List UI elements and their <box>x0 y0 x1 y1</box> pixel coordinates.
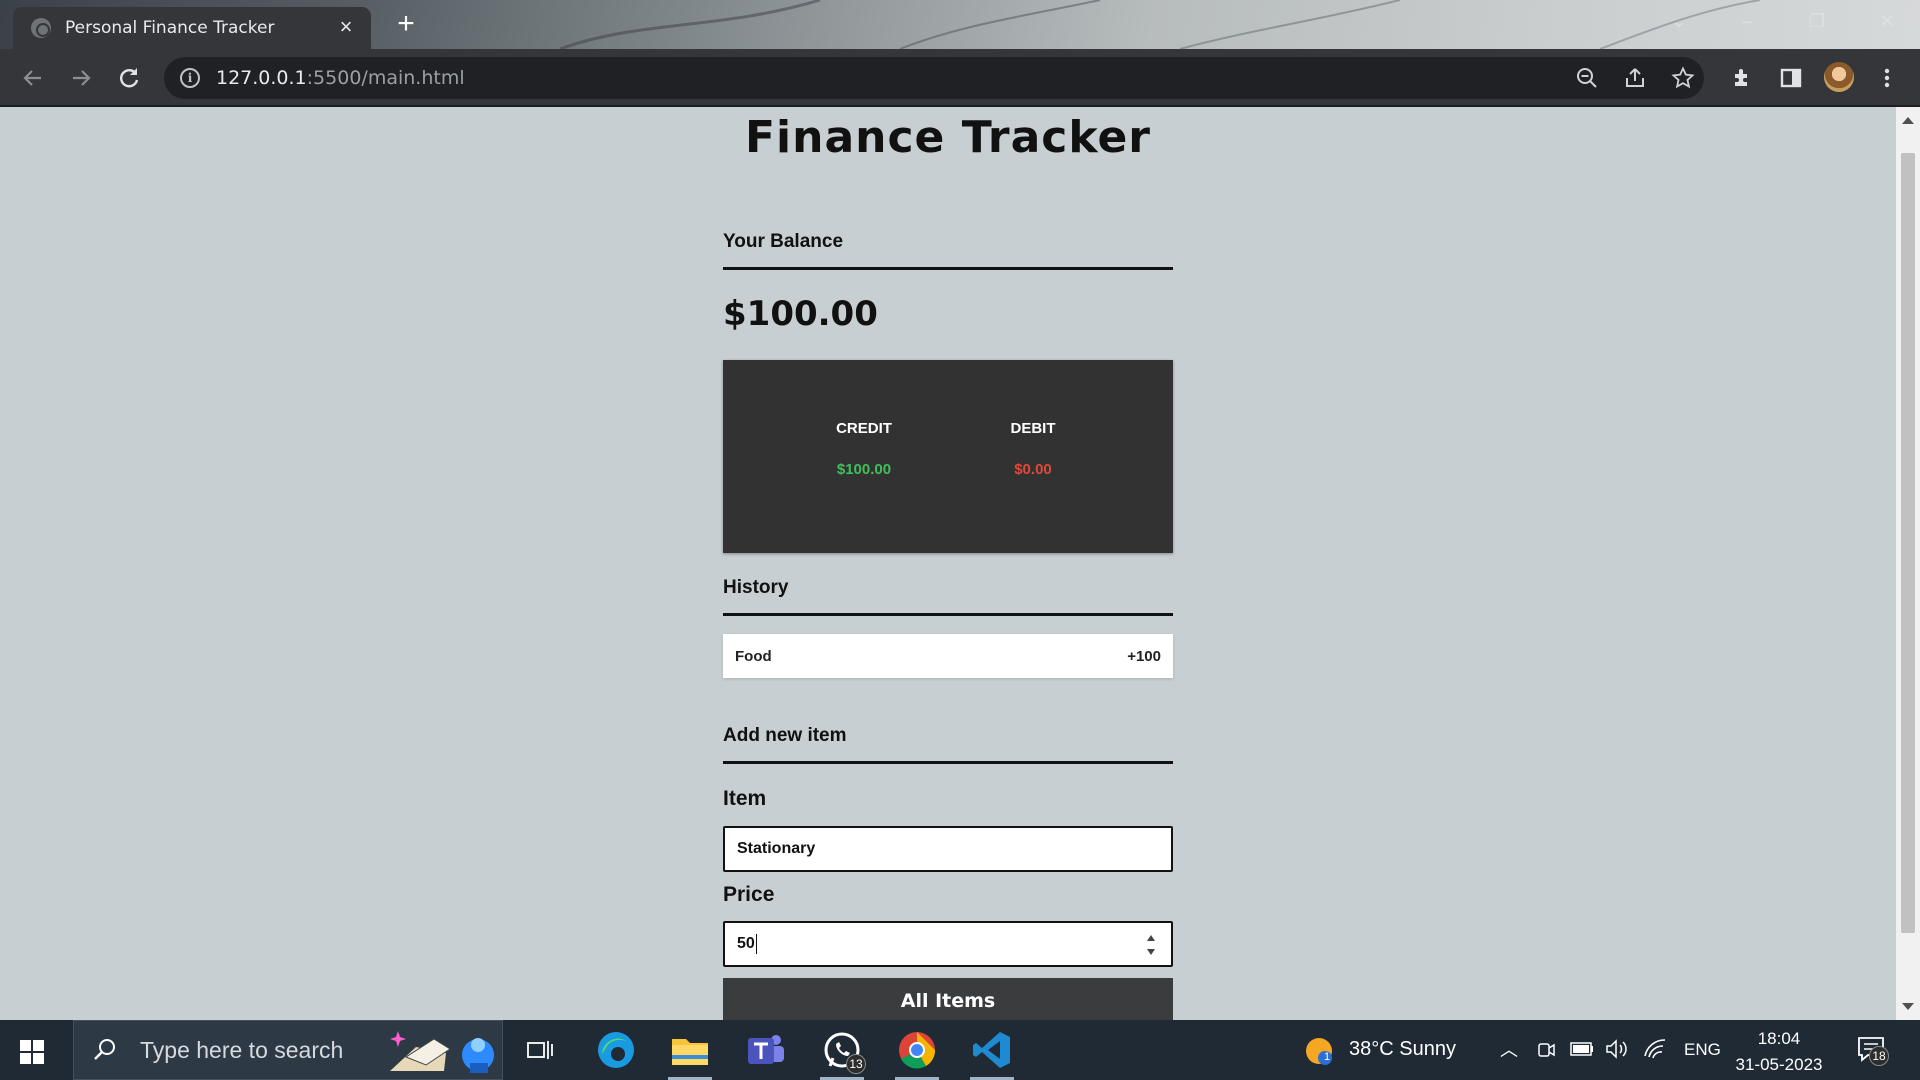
extensions-icon[interactable] <box>1728 63 1758 93</box>
tab-search-icon[interactable]: ⌄ <box>1656 6 1702 36</box>
clock-time: 18:04 <box>1757 1029 1801 1048</box>
spinner-down-icon[interactable] <box>1147 949 1155 955</box>
vscode-icon[interactable] <box>962 1026 1022 1080</box>
balance-heading: Your Balance <box>723 231 1173 270</box>
item-input[interactable]: Stationary <box>723 826 1173 872</box>
credit-label: CREDIT <box>836 420 892 437</box>
meet-icon[interactable] <box>1536 1040 1556 1065</box>
weather-text[interactable]: 38°C Sunny <box>1349 1038 1456 1061</box>
item-label: Item <box>723 787 767 810</box>
reload-icon[interactable] <box>114 63 144 93</box>
number-spinner[interactable] <box>1145 935 1157 955</box>
credit-column: CREDIT $100.00 <box>784 420 944 478</box>
whatsapp-icon[interactable]: 13 <box>812 1026 872 1080</box>
browser-tab[interactable]: Personal Finance Tracker × <box>13 7 371 49</box>
balance-amount: $100.00 <box>723 294 878 334</box>
globe-icon <box>31 18 51 38</box>
spinner-up-icon[interactable] <box>1147 935 1155 941</box>
task-view-icon[interactable] <box>510 1026 570 1074</box>
url-text[interactable]: 127.0.0.1:5500/main.html <box>216 67 465 89</box>
add-item-heading: Add new item <box>723 725 1173 764</box>
more-menu-icon[interactable] <box>1872 63 1902 93</box>
text-caret <box>755 934 757 954</box>
all-items-button[interactable]: All Items <box>723 978 1173 1020</box>
scroll-up-icon[interactable] <box>1902 117 1914 124</box>
close-tab-icon[interactable]: × <box>335 16 357 39</box>
windows-start-icon[interactable] <box>20 1040 44 1064</box>
debit-value: $0.00 <box>1014 461 1052 478</box>
address-bar[interactable]: i 127.0.0.1:5500/main.html <box>164 57 1704 99</box>
tab-title: Personal Finance Tracker <box>65 18 275 38</box>
debit-label: DEBIT <box>1010 420 1056 437</box>
price-input-value: 50 <box>737 935 755 952</box>
history-item-amount: +100 <box>1127 647 1161 665</box>
file-explorer-icon[interactable] <box>660 1026 720 1080</box>
zoom-icon[interactable] <box>1572 63 1602 93</box>
star-icon[interactable] <box>1668 63 1698 93</box>
info-icon[interactable]: i <box>180 68 200 88</box>
language-indicator[interactable]: ENG <box>1684 1040 1721 1060</box>
notifications-icon[interactable]: 18 <box>1856 1034 1889 1066</box>
search-placeholder: Type here to search <box>140 1036 344 1063</box>
new-tab-button[interactable]: + <box>392 9 420 39</box>
edge-icon[interactable] <box>586 1026 646 1074</box>
price-input[interactable]: 50 <box>723 921 1173 967</box>
scroll-down-icon[interactable] <box>1902 1003 1914 1010</box>
restore-button[interactable]: ❐ <box>1794 6 1840 36</box>
clock[interactable]: 18:04 31-05-2023 <box>1724 1026 1834 1078</box>
teams-icon[interactable] <box>736 1026 796 1074</box>
avatar[interactable] <box>1824 62 1854 92</box>
wifi-icon[interactable] <box>1643 1038 1667 1065</box>
clock-date: 31-05-2023 <box>1735 1055 1823 1074</box>
volume-icon[interactable] <box>1605 1038 1629 1065</box>
close-window-button[interactable]: ✕ <box>1864 6 1910 36</box>
minimize-button[interactable]: – <box>1724 6 1770 36</box>
page-scrollbar[interactable] <box>1896 107 1920 1020</box>
browser-toolbar: i 127.0.0.1:5500/main.html <box>0 49 1920 107</box>
debit-column: DEBIT $0.00 <box>953 420 1113 478</box>
notifications-badge: 18 <box>1869 1046 1889 1066</box>
tab-strip: Personal Finance Tracker × + ⌄ – ❐ ✕ <box>0 0 1920 49</box>
scrollbar-thumb[interactable] <box>1901 153 1915 933</box>
weather-icon[interactable]: 1 <box>1304 1036 1334 1066</box>
whatsapp-badge: 13 <box>846 1054 866 1074</box>
weather-badge: 1 <box>1323 1051 1331 1063</box>
chevron-up-icon[interactable]: ︿ <box>1500 1036 1518 1062</box>
item-input-value: Stationary <box>737 840 816 857</box>
battery-icon[interactable] <box>1570 1042 1594 1061</box>
search-highlight-doodle <box>390 1031 494 1073</box>
page-title: Finance Tracker <box>745 112 1151 163</box>
search-icon <box>92 1037 118 1063</box>
taskbar-search[interactable]: Type here to search <box>73 1020 503 1080</box>
history-heading: History <box>723 577 1173 616</box>
page-viewport: Finance Tracker Your Balance $100.00 CRE… <box>0 107 1896 1020</box>
credit-value: $100.00 <box>836 461 892 478</box>
share-icon[interactable] <box>1620 63 1650 93</box>
forward-arrow-icon[interactable] <box>66 63 96 93</box>
back-arrow-icon[interactable] <box>18 63 48 93</box>
price-label: Price <box>723 883 775 906</box>
windows-taskbar: Type here to search 13 1 38°C Sunny ︿ EN… <box>0 1020 1920 1080</box>
summary-card: CREDIT $100.00 DEBIT $0.00 <box>723 360 1173 553</box>
history-item-name: Food <box>735 647 772 665</box>
chrome-icon[interactable] <box>887 1026 947 1080</box>
history-item[interactable]: Food +100 <box>723 634 1173 678</box>
side-panel-icon[interactable] <box>1776 63 1806 93</box>
